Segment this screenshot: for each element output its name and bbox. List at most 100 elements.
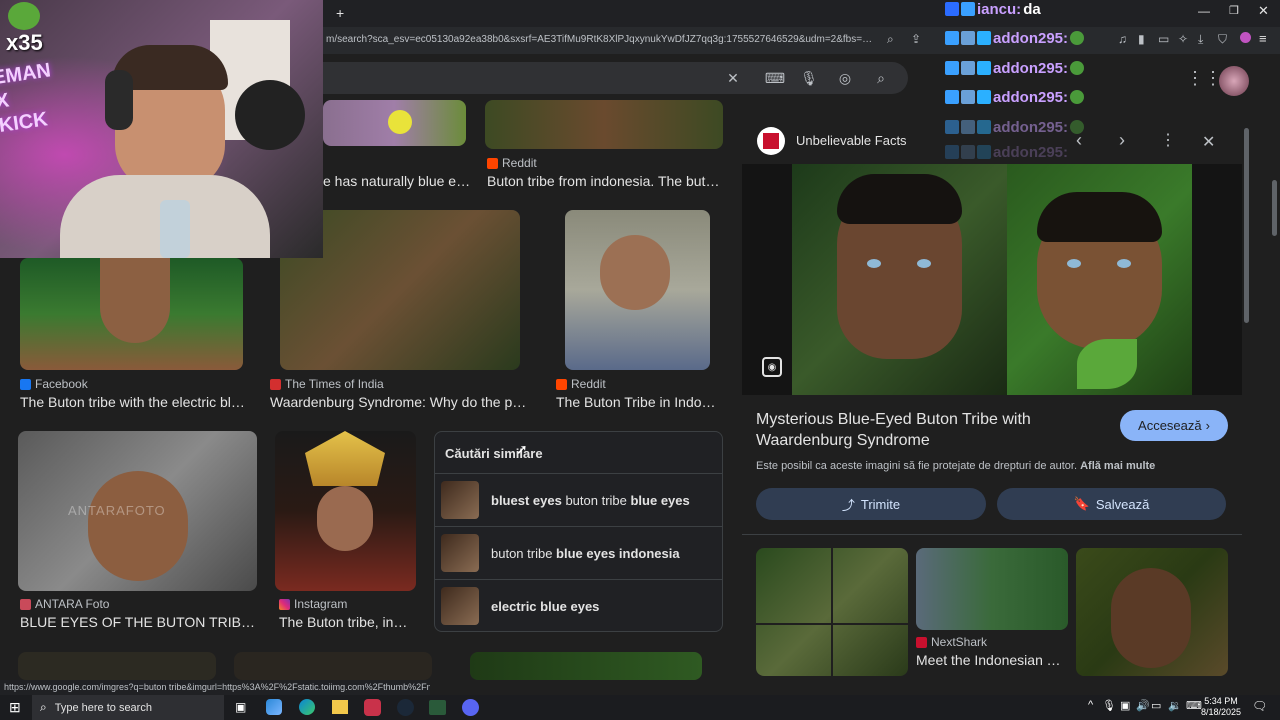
result-caption-5[interactable]: The Buton Tribe in Indone... [556, 394, 721, 410]
result-caption-4[interactable]: Waardenburg Syndrome: Why do the peopl..… [270, 394, 532, 410]
app-icon[interactable] [429, 700, 446, 715]
lens-search-icon[interactable]: ◉ [762, 357, 782, 377]
lens-icon[interactable]: ◎ [835, 68, 855, 88]
microphone-icon[interactable]: 🎙 [799, 68, 819, 88]
result-caption-6[interactable]: BLUE EYES OF THE BUTON TRIBE | ... [20, 614, 258, 630]
tray-mic-icon[interactable]: 🎙 [1102, 699, 1116, 712]
visit-button[interactable]: Accesează › [1120, 410, 1228, 441]
notification-icon[interactable]: 🗨 [1252, 699, 1267, 713]
task-view-icon[interactable]: ▣ [235, 700, 246, 714]
url-text[interactable]: m/search?sca_esv=ec05130a92ea38b0&sxsrf=… [326, 34, 876, 45]
tray-chevron-icon[interactable]: ^ [1088, 699, 1093, 711]
robot-badge-icon [961, 90, 975, 104]
share-button[interactable]: ⤴ Trimite [756, 488, 986, 520]
chat-message: iancu: da [945, 0, 1041, 21]
next-icon[interactable]: › [1119, 130, 1125, 151]
result-image-3[interactable] [20, 258, 243, 370]
result-caption-3[interactable]: The Buton tribe with the electric blue .… [20, 394, 248, 410]
related-source[interactable]: NextShark [916, 635, 987, 649]
robot-badge-icon [961, 31, 975, 45]
related-search-item[interactable]: bluest eyes buton tribe blue eyes [435, 473, 722, 526]
extension-icon[interactable]: ♫ [1118, 32, 1127, 46]
page-scrollbar[interactable] [1272, 180, 1277, 236]
steam-icon[interactable] [397, 699, 414, 716]
account-avatar[interactable] [1219, 66, 1249, 96]
taskbar-search-box[interactable]: ⌕ Type here to search [32, 695, 224, 720]
shield-icon[interactable]: ⛉ [1218, 32, 1227, 47]
close-window-icon[interactable]: ✕ [1258, 3, 1269, 19]
result-image-6[interactable]: ANTARAFOTO [18, 431, 257, 591]
result-caption-7[interactable]: The Buton tribe, inha... [279, 614, 415, 630]
volume-icon[interactable]: 🔊 [1136, 699, 1150, 712]
browser-icon[interactable] [364, 699, 381, 716]
tray-app-icon[interactable]: ▣ [1120, 699, 1130, 712]
badge-icon [945, 2, 959, 16]
keyboard-icon[interactable]: ⌨ [765, 68, 785, 88]
close-panel-icon[interactable]: ✕ [1202, 132, 1215, 152]
sword-badge-icon [945, 90, 959, 104]
crown-image [305, 431, 385, 486]
result-source-3[interactable]: Facebook [20, 377, 88, 391]
search-icon[interactable]: ⌕ [871, 68, 891, 88]
related-search-item[interactable]: electric blue eyes [435, 579, 722, 632]
file-explorer-icon[interactable] [332, 700, 348, 714]
duck-toy-image [388, 110, 412, 134]
minimize-icon[interactable]: — [1198, 4, 1210, 18]
chat-message: addon295: [945, 115, 1085, 139]
discord-icon[interactable] [462, 699, 479, 716]
extensions-icon[interactable]: ✧ [1178, 32, 1188, 46]
result-image-10[interactable] [470, 652, 702, 680]
menu-icon[interactable]: ≡ [1259, 31, 1267, 46]
related-caption[interactable]: Meet the Indonesian Tri... [916, 652, 1066, 668]
clear-search-icon[interactable]: ✕ [723, 68, 743, 88]
result-source-4[interactable]: The Times of India [270, 377, 384, 391]
clock[interactable]: 5:34 PM 8/18/2025 [1198, 696, 1244, 718]
share-icon[interactable]: ⇪ [911, 32, 921, 46]
result-image-1[interactable] [323, 100, 466, 146]
result-caption-2[interactable]: Buton tribe from indonesia. The buton ..… [487, 173, 722, 189]
zoom-icon[interactable]: ⌕ [887, 32, 894, 47]
edge-icon[interactable] [299, 699, 315, 715]
related-image-2[interactable] [916, 548, 1068, 630]
webcam-overlay: EMAN X KICK x35 [0, 0, 323, 258]
chat-message: addon295: [945, 145, 1068, 159]
copilot-icon[interactable] [266, 699, 282, 715]
windows-start-icon[interactable]: ⊞ [9, 699, 21, 716]
speaker-icon[interactable]: 🔉 [1168, 699, 1182, 712]
apps-grid-icon[interactable]: ⋮⋮ [1186, 68, 1222, 89]
result-image-2[interactable] [485, 100, 723, 149]
more-options-icon[interactable]: ⋮ [1160, 130, 1176, 150]
site-name[interactable]: Unbelievable Facts [796, 133, 907, 148]
related-image-3[interactable] [1076, 548, 1228, 676]
search-box[interactable]: ✕ ⌨ 🎙 ◎ ⌕ [323, 62, 908, 94]
result-image-5[interactable] [565, 210, 710, 370]
result-source-2[interactable]: Reddit [487, 156, 537, 170]
sidebar-icon[interactable]: ▮ [1138, 32, 1145, 46]
preview-title[interactable]: Mysterious Blue-Eyed Buton Tribe with Wa… [756, 409, 1096, 451]
result-source-5[interactable]: Reddit [556, 377, 606, 391]
related-image-1[interactable] [756, 548, 908, 676]
network-icon[interactable]: ▭ [1151, 699, 1161, 712]
taskbar: ⊞ ⌕ Type here to search ▣ ^ 🎙 ▣ 🔊 ▭ 🔉 ⌨ … [0, 695, 1280, 720]
result-caption-1[interactable]: e has naturally blue ey... [323, 173, 473, 189]
result-source-7[interactable]: Instagram [279, 597, 347, 611]
download-icon[interactable]: ⤓ [1198, 32, 1203, 47]
panel-scrollbar[interactable] [1244, 128, 1249, 323]
face-image [88, 471, 188, 581]
preview-image-frame[interactable]: ◉ [742, 164, 1242, 395]
chat-message: addon295: [945, 56, 1085, 80]
gem-badge-icon [977, 61, 991, 75]
new-tab-button[interactable]: + [336, 5, 344, 21]
wallet-icon[interactable]: ▭ [1158, 32, 1169, 46]
learn-more-link[interactable]: Află mai multe [1080, 460, 1155, 472]
profile-dot-icon[interactable] [1240, 32, 1251, 43]
result-image-9[interactable] [234, 652, 432, 680]
save-button[interactable]: 🔖 Salvează [997, 488, 1226, 520]
restore-icon[interactable]: ❐ [1229, 4, 1239, 17]
result-source-6[interactable]: ANTARA Foto [20, 597, 109, 611]
bookmark-icon: 🔖 [1073, 496, 1090, 511]
related-search-item[interactable]: buton tribe blue eyes indonesia [435, 526, 722, 579]
facebook-icon [20, 378, 31, 390]
result-image-7[interactable] [275, 431, 416, 591]
result-image-8[interactable] [18, 652, 216, 680]
